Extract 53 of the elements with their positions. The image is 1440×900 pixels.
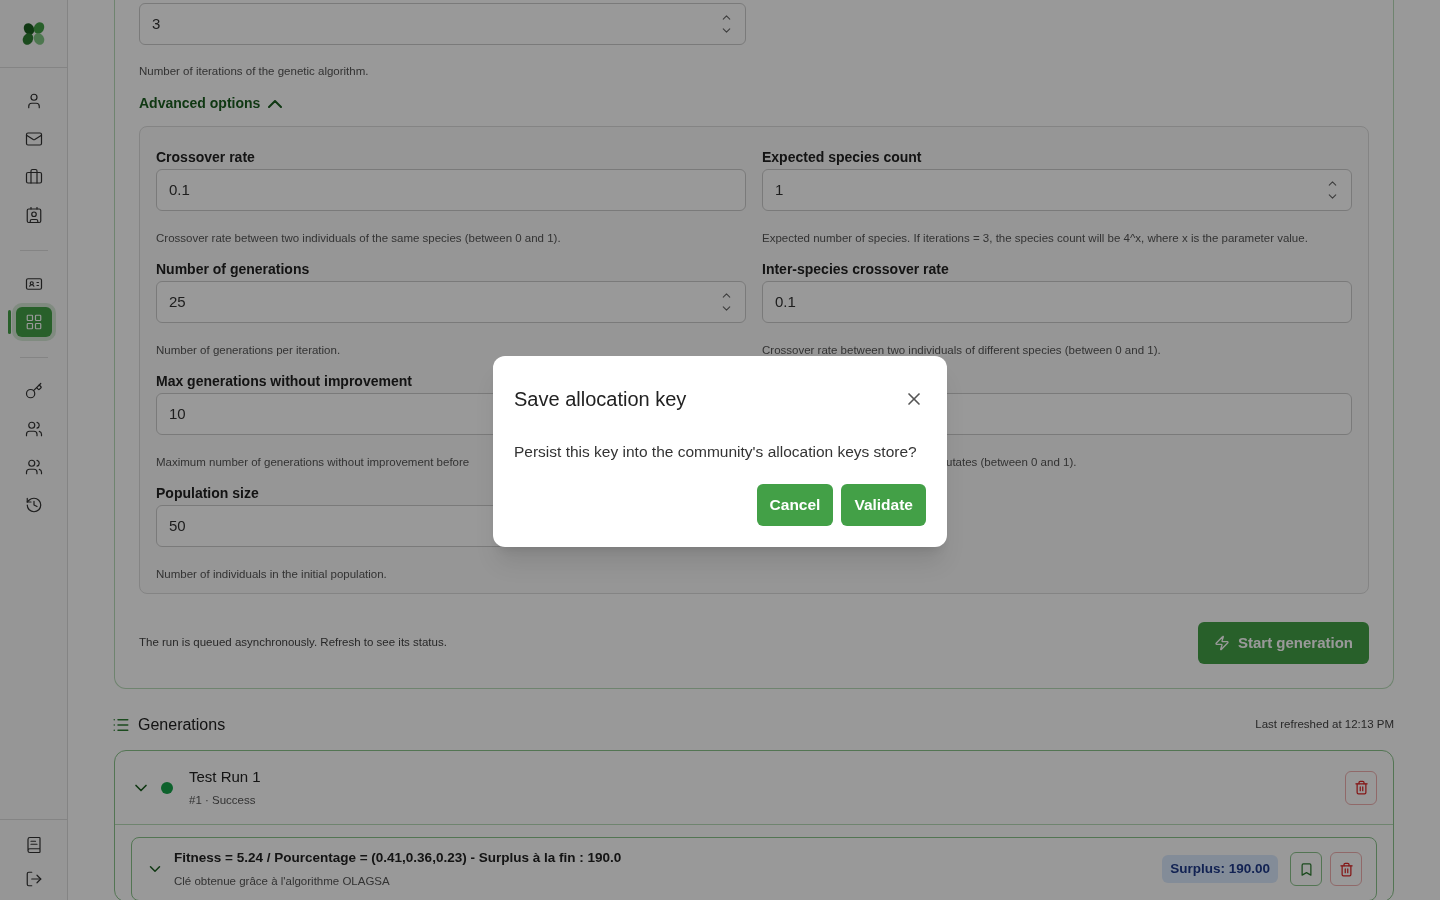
surplus-badge: Surplus: 190.00 <box>1162 854 1278 884</box>
bookmark-button[interactable] <box>1290 852 1322 886</box>
input-field[interactable]: 0.1 <box>156 169 746 211</box>
sidebar-item[interactable] <box>15 307 52 337</box>
footer-note: The run is queued asynchronously. Refresh to see its status. <box>139 635 447 651</box>
id-card-icon <box>24 275 43 293</box>
delete-button[interactable] <box>1345 770 1377 805</box>
field-hint: Expected number of species. If iterations = 3, the species count will be 4^x, where x is the parameter value. <box>762 232 1308 244</box>
field-hint: Number of iterations of the genetic algorithm. <box>139 65 369 77</box>
chevron-up-icon <box>268 99 283 108</box>
field-hint: Crossover rate between two individuals of the same species (between 0 and 1). <box>156 232 561 244</box>
delete-button[interactable] <box>1330 852 1362 886</box>
active-indicator <box>8 310 11 334</box>
field-label: Crossover rate <box>156 148 255 167</box>
refresh-time: Last refreshed at 12:13 PM <box>1255 717 1394 733</box>
users-icon <box>24 420 43 438</box>
trash-icon <box>1338 861 1354 877</box>
contact-card-icon <box>24 206 43 224</box>
result-subtitle: Clé obtenue grâce à l'algorithme OLAGSA <box>174 873 391 889</box>
logout-icon <box>24 870 43 888</box>
list-icon <box>112 716 130 734</box>
field-hint: utates (between 0 and 1). <box>946 456 1077 468</box>
input-field[interactable]: 1 <box>762 169 1352 211</box>
input-field[interactable]: 25 <box>156 281 746 323</box>
input-field[interactable]: 3 <box>139 3 746 45</box>
result-title: Fitness = 5.24 / Pourcentage = (0.41,0.36,0.23) - Surplus à la fin : 190.0 <box>174 849 622 868</box>
grid-icon <box>24 313 43 331</box>
field-hint: Number of individuals in the initial population. <box>156 568 387 580</box>
briefcase-icon <box>24 168 43 186</box>
cancel-button[interactable]: Cancel <box>756 484 834 526</box>
field-hint: Maximum number of generations without improvement before <box>156 456 470 468</box>
input-field[interactable]: 0.1 <box>762 281 1352 323</box>
trash-icon <box>1353 780 1369 795</box>
bookmark-icon <box>1298 861 1314 877</box>
field-label: Expected species count <box>762 148 922 167</box>
field-hint: Crossover rate between two individuals of different species (between 0 and 1). <box>762 344 1161 356</box>
run-name: Test Run 1 <box>189 766 261 787</box>
field-label: Number of generations <box>156 260 310 279</box>
field-label: Inter-species crossover rate <box>762 260 949 279</box>
field-label: Max generations without improvement <box>156 372 412 391</box>
advanced-options-toggle[interactable]: Advanced options <box>139 93 283 114</box>
book-icon <box>24 836 43 854</box>
section-title: Generations <box>138 715 226 735</box>
field-hint: Number of generations per iteration. <box>156 344 341 356</box>
lightning-icon <box>1213 635 1230 651</box>
dialog-message: Persist this key into the community's allocation keys store? <box>514 443 917 460</box>
users-icon <box>24 458 43 476</box>
field-label: Population size <box>156 484 259 503</box>
history-icon <box>24 496 43 514</box>
validate-button[interactable]: Validate <box>841 484 926 526</box>
run-status: #1 · Success <box>189 793 257 809</box>
mail-icon <box>24 130 43 148</box>
key-icon <box>24 382 43 400</box>
